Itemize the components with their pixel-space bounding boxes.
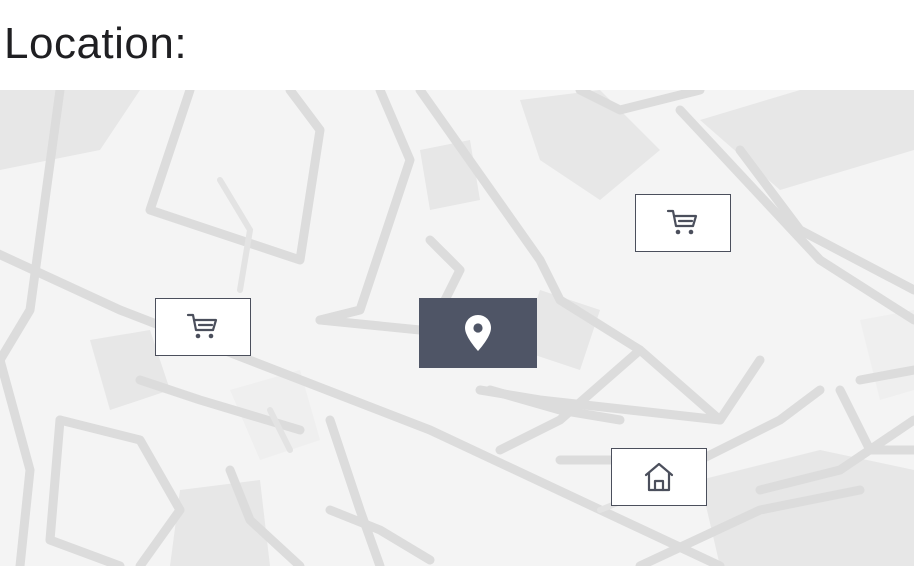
home-marker[interactable]	[611, 448, 707, 506]
map-view[interactable]	[0, 90, 914, 566]
current-location-marker[interactable]	[419, 298, 537, 368]
cart-marker[interactable]	[635, 194, 731, 252]
cart-icon	[666, 208, 700, 238]
cart-marker[interactable]	[155, 298, 251, 356]
location-section: Location:	[0, 0, 914, 566]
location-pin-icon	[464, 314, 492, 352]
home-icon	[642, 461, 676, 493]
page-title: Location:	[4, 19, 188, 68]
cart-icon	[186, 312, 220, 342]
